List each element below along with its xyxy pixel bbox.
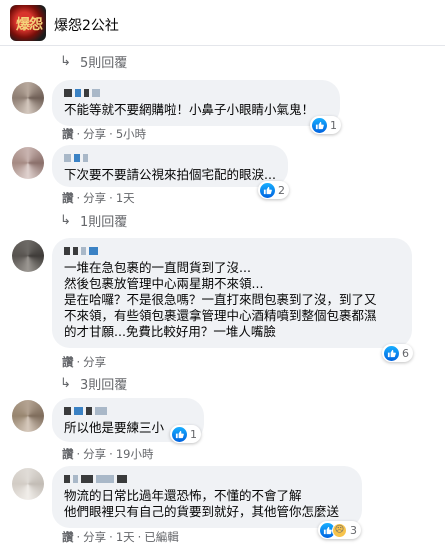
reply-arrow-icon: ↳ [60,53,71,69]
view-replies-label: 3則回覆 [80,377,128,393]
like-icon [312,117,327,133]
commenter-name[interactable] [64,153,276,163]
reaction-number: 6 [402,346,409,360]
commenter-name[interactable] [64,406,192,416]
commenter-name[interactable] [64,246,400,256]
avatar[interactable] [12,240,44,272]
page-avatar-logo-text: 爆怨 [16,17,43,33]
comment-actions: 讚 · 分享 · 1天 [62,190,135,206]
comment-actions: 讚 · 分享 · 5小時 [62,126,146,142]
view-replies-label: 5則回覆 [80,55,128,71]
comment-bubble: 物流的日常比過年還恐怖，不懂的不會了解 他們眼裡只有自己的貨要到就好，其他管你怎… [52,466,362,528]
commenter-name[interactable] [64,474,350,484]
comment-timestamp[interactable]: 5小時 [116,126,146,142]
reaction-count[interactable]: ☹ 3 [318,521,361,539]
comment-text: 下次要不要請公視來拍個宅配的眼淚... [64,167,276,182]
reaction-count[interactable]: 1 [310,116,341,134]
comment-bubble: 不能等就不要網購啦！小鼻子小眼睛小氣鬼！ [52,80,340,126]
separator: · [109,191,113,205]
page-name[interactable]: 爆怨2公社 [54,15,119,35]
avatar[interactable] [12,468,44,500]
avatar[interactable] [12,82,44,114]
like-icon [260,182,275,198]
separator: · [137,530,142,544]
avatar[interactable] [12,147,44,179]
comment-timestamp[interactable]: 1天 [116,190,135,206]
view-replies-button[interactable]: ↳ 1則回覆 [60,211,128,230]
like-icon [384,345,399,361]
comment-bubble: 一堆在急包裹的一直問貨到了沒... 然後包裹放管理中心兩星期不來領... 是在哈… [52,238,412,348]
sad-reaction-icon: ☹ [332,522,347,538]
like-button[interactable]: 讚 [62,354,74,370]
comment-text: 一堆在急包裹的一直問貨到了沒... 然後包裹放管理中心兩星期不來領... 是在哈… [64,260,377,339]
like-button[interactable]: 讚 [62,190,74,206]
separator: · [109,447,113,461]
comment-timestamp[interactable]: 1天 [116,529,135,545]
separator: · [76,127,81,141]
reaction-count[interactable]: 1 [170,425,201,443]
reaction-count[interactable]: 6 [382,344,413,362]
reaction-number: 1 [190,427,197,441]
like-button[interactable]: 讚 [62,126,74,142]
comment-bubble: 下次要不要請公視來拍個宅配的眼淚... [52,145,288,187]
share-button[interactable]: 分享 [83,354,106,370]
page-avatar[interactable]: 爆怨 [10,5,46,41]
reaction-count[interactable]: 2 [258,181,289,199]
share-button[interactable]: 分享 [83,190,106,206]
comment-actions: 讚 · 分享 · [62,354,106,370]
avatar[interactable] [12,400,44,432]
separator: · [76,447,81,461]
share-button[interactable]: 分享 [83,126,106,142]
like-button[interactable]: 讚 [62,446,74,462]
page-header: 爆怨 爆怨2公社 [0,0,445,46]
commenter-name[interactable] [64,88,328,98]
comment-actions: 讚 · 分享 · 19小時 [62,446,153,462]
separator: · [109,530,113,544]
separator: · [76,355,81,369]
view-replies-label: 1則回覆 [80,214,128,230]
reaction-number: 3 [350,523,357,537]
reply-arrow-icon: ↳ [60,375,71,391]
edited-label[interactable]: 已編輯 [144,529,179,545]
reaction-number: 1 [330,118,337,132]
comment-timestamp[interactable]: 19小時 [116,446,154,462]
comment-text: 物流的日常比過年還恐怖，不懂的不會了解 他們眼裡只有自己的貨要到就好，其他管你怎… [64,488,340,519]
like-icon [172,426,187,442]
like-button[interactable]: 讚 [62,529,74,545]
comment-actions: 讚 · 分享 · 1天 · 已編輯 [62,529,179,545]
share-button[interactable]: 分享 [83,446,106,462]
reaction-number: 2 [278,183,285,197]
view-replies-button[interactable]: ↳ 5則回覆 [60,52,128,71]
separator: · [76,191,81,205]
share-button[interactable]: 分享 [83,529,106,545]
reply-arrow-icon: ↳ [60,212,71,228]
separator: · [109,127,113,141]
view-replies-button[interactable]: ↳ 3則回覆 [60,374,128,393]
separator: · [76,530,81,544]
comment-text: 不能等就不要網購啦！小鼻子小眼睛小氣鬼！ [64,102,315,117]
